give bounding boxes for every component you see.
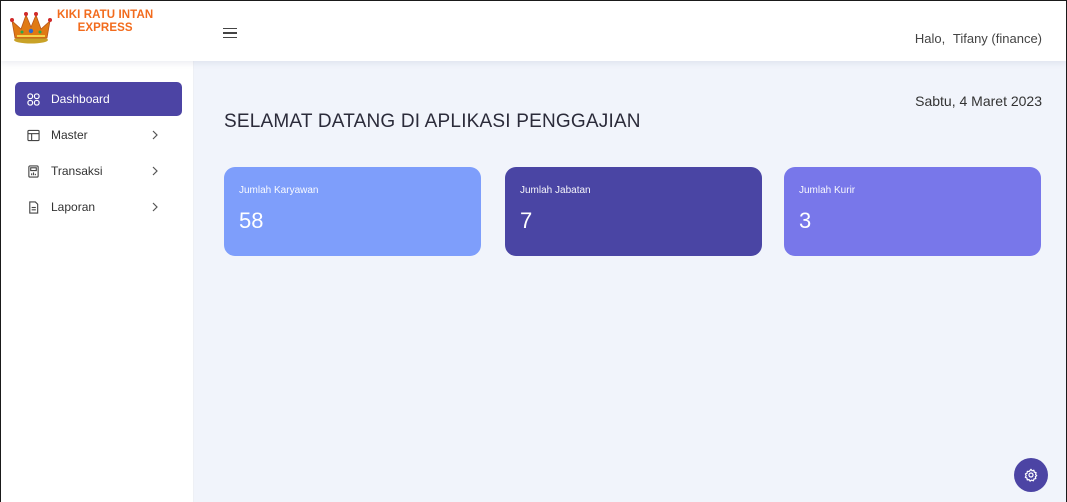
stat-card-value: 7 <box>520 208 533 233</box>
top-bar: KIKI RATU INTAN EXPRESS Halo, Tifany (fi… <box>1 1 1066 61</box>
brand-name-line2: EXPRESS <box>77 22 133 34</box>
sidebar-item-laporan[interactable]: Laporan <box>15 190 182 224</box>
brand-name: KIKI RATU INTAN EXPRESS <box>57 9 153 35</box>
sidebar-item-label: Laporan <box>51 200 96 214</box>
brand-name-line1: KIKI RATU INTAN <box>57 9 154 21</box>
brand-logo-link[interactable]: KIKI RATU INTAN EXPRESS <box>1 1 194 61</box>
sidebar-item-dashboard[interactable]: Dashboard <box>15 82 182 116</box>
chevron-right-icon <box>152 166 158 176</box>
grid-icon <box>27 92 40 106</box>
stat-card-value: 58 <box>239 208 264 233</box>
stat-card-label: Jumlah Jabatan <box>520 185 591 196</box>
app-window: KIKI RATU INTAN EXPRESS Halo, Tifany (fi… <box>0 0 1067 502</box>
sidebar-item-label: Dashboard <box>51 92 110 106</box>
hamburger-menu-icon[interactable] <box>223 28 237 39</box>
page-title: SELAMAT DATANG DI APLIKASI PENGGAJIAN <box>224 111 641 132</box>
sidebar-item-transaksi[interactable]: Transaksi <box>15 154 182 188</box>
stat-card-value: 3 <box>799 208 812 233</box>
sidebar-item-label: Transaksi <box>51 164 103 178</box>
stat-card-label: Jumlah Kurir <box>799 185 856 196</box>
sidebar-item-master[interactable]: Master <box>15 118 182 152</box>
table-icon <box>27 129 40 141</box>
sidebar-item-label: Master <box>51 128 88 142</box>
stat-card-label: Jumlah Karyawan <box>239 185 319 196</box>
sidebar: Dashboard Master Transaksi Laporan <box>1 61 194 502</box>
stat-card-karyawan: Jumlah Karyawan 58 <box>224 167 481 256</box>
gear-icon <box>1024 468 1038 482</box>
greeting-text: Halo, <box>914 31 946 46</box>
chevron-right-icon <box>152 202 158 212</box>
main-content: Sabtu, 4 Maret 2023 SELAMAT DATANG DI AP… <box>194 61 1066 502</box>
current-date: Sabtu, 4 Maret 2023 <box>915 93 1042 109</box>
user-greeting[interactable]: Halo, Tifany (finance) <box>915 31 1042 46</box>
calculator-icon <box>28 164 39 178</box>
crown-icon <box>10 12 52 44</box>
stat-card-kurir: Jumlah Kurir 3 <box>784 167 1041 256</box>
settings-button[interactable] <box>1014 458 1048 492</box>
stat-card-jabatan: Jumlah Jabatan 7 <box>505 167 762 256</box>
user-name: Tifany (finance) <box>952 31 1042 46</box>
chevron-right-icon <box>152 130 158 140</box>
document-icon <box>29 200 39 214</box>
